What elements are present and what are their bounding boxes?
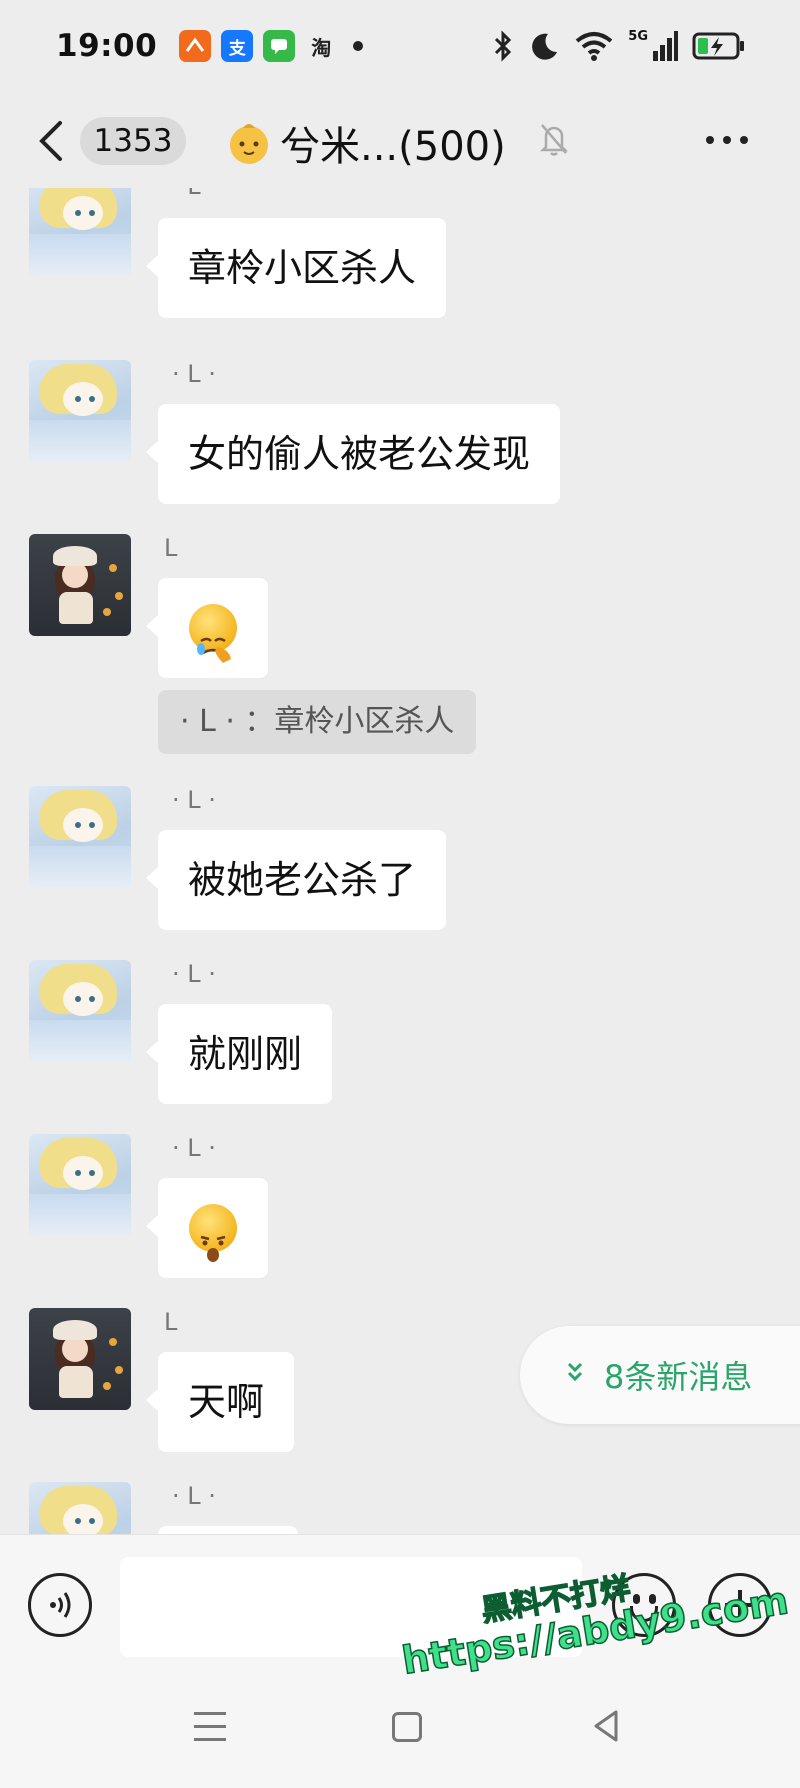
avatar[interactable] <box>29 1134 131 1236</box>
taobao-icon: 淘 <box>311 35 332 60</box>
sender-name: L <box>164 1308 178 1336</box>
bluetooth-icon <box>495 30 512 62</box>
message-bubble[interactable]: 就刚刚 <box>145 1004 333 1104</box>
app-badge-orange-icon <box>179 30 212 62</box>
double-chevron-down-icon <box>566 1361 584 1389</box>
status-bar: 19:00 支 淘 5G <box>0 0 800 92</box>
avatar[interactable] <box>29 188 131 276</box>
sender-name: · L · <box>172 960 216 988</box>
sender-name: · L · <box>172 188 216 200</box>
message-bubble[interactable]: 天啊 <box>145 1352 295 1452</box>
message-bubble[interactable] <box>146 578 268 678</box>
battery-charging-icon <box>692 32 744 60</box>
signal-icon <box>653 31 678 61</box>
new-messages-button[interactable]: 8条新消息 <box>520 1326 800 1424</box>
message-bubble[interactable]: 被她老公杀了 <box>145 830 447 930</box>
quoted-message[interactable]: · L · ：章柃小区杀人 <box>158 690 477 754</box>
more-actions-button[interactable] <box>708 1573 772 1637</box>
moon-icon <box>532 33 558 60</box>
message-bubble[interactable]: 女的偷人被老公发现 <box>145 404 561 504</box>
sender-name: · L · <box>172 1482 216 1510</box>
new-messages-label: 8条新消息 <box>604 1358 753 1396</box>
avatar[interactable] <box>29 534 131 636</box>
message-input[interactable] <box>120 1557 582 1657</box>
voice-button[interactable] <box>28 1573 92 1637</box>
shocked-emoji-icon <box>189 1204 237 1262</box>
back-icon[interactable] <box>36 120 66 162</box>
mute-bell-icon <box>539 124 569 156</box>
message-bubble[interactable] <box>158 1526 298 1534</box>
sender-name: · L · <box>172 1134 216 1162</box>
alipay-icon: 支 <box>221 30 254 62</box>
message-bubble[interactable]: 章柃小区杀人 <box>145 218 447 318</box>
system-nav-bar <box>0 1676 800 1788</box>
input-bar <box>0 1534 800 1676</box>
chat-title-text: 兮米...(500) <box>280 124 506 170</box>
emoji-button[interactable] <box>612 1573 676 1637</box>
sender-name: · L · <box>172 360 216 388</box>
nav-back-icon[interactable] <box>590 1708 622 1744</box>
notification-dot-icon <box>353 41 364 51</box>
baby-face-emoji-icon <box>230 124 268 164</box>
more-icon[interactable] <box>706 136 748 144</box>
chat-header: 1353 兮米...(500) <box>0 92 800 188</box>
unread-count-badge[interactable]: 1353 <box>80 117 186 165</box>
sender-name: L <box>164 534 178 562</box>
voice-icon <box>50 1592 71 1618</box>
chat-title[interactable]: 兮米...(500) <box>226 114 506 172</box>
message-bubble[interactable] <box>146 1178 268 1278</box>
facepalm-emoji-icon <box>189 604 237 663</box>
sender-name: · L · <box>172 786 216 814</box>
avatar[interactable] <box>29 786 131 888</box>
avatar[interactable] <box>29 1482 131 1534</box>
avatar[interactable] <box>29 960 131 1062</box>
avatar[interactable] <box>29 360 131 462</box>
avatar[interactable] <box>29 1308 131 1410</box>
status-right-icons: 5G <box>492 30 746 62</box>
home-icon[interactable] <box>392 1712 422 1742</box>
messages-icon <box>263 30 296 62</box>
recent-apps-icon[interactable] <box>194 1712 226 1751</box>
status-time: 19:00 <box>56 28 158 64</box>
notification-apps: 支 淘 <box>179 30 364 62</box>
wifi-icon <box>576 32 613 61</box>
network-type: 5G <box>628 28 648 44</box>
